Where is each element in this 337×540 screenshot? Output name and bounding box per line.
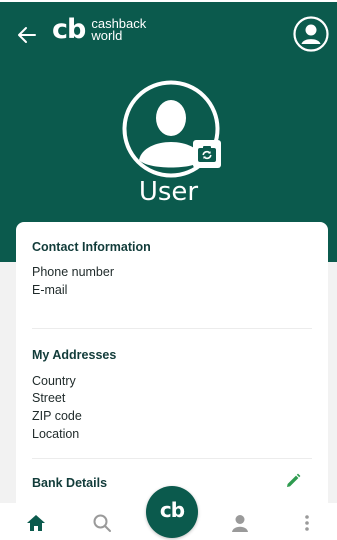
nav-search[interactable] bbox=[90, 511, 114, 535]
street-field[interactable]: Street bbox=[32, 391, 65, 405]
arrow-left-icon bbox=[18, 27, 36, 43]
home-icon bbox=[27, 515, 45, 531]
nav-profile[interactable] bbox=[228, 511, 252, 535]
country-field[interactable]: Country bbox=[32, 374, 76, 388]
section-divider bbox=[32, 328, 312, 329]
contact-information-title: Contact Information bbox=[32, 240, 151, 254]
account-button[interactable] bbox=[293, 16, 329, 52]
logo-mark: cb bbox=[52, 14, 86, 45]
zip-code-field[interactable]: ZIP code bbox=[32, 409, 82, 423]
phone-number-field[interactable]: Phone number bbox=[32, 265, 114, 279]
pencil-icon bbox=[287, 473, 301, 487]
location-field[interactable]: Location bbox=[32, 427, 79, 441]
edit-bank-details-button[interactable] bbox=[284, 472, 302, 490]
user-name: User bbox=[138, 177, 199, 207]
change-photo-button[interactable] bbox=[193, 140, 221, 168]
more-vertical-icon bbox=[305, 515, 309, 531]
person-icon bbox=[232, 515, 248, 532]
camera-rotate-icon bbox=[198, 146, 216, 162]
account-circle-icon bbox=[293, 16, 329, 52]
logo-wordmark: cashback world bbox=[91, 17, 146, 43]
logo-line-2: world bbox=[91, 27, 123, 43]
bank-details-title: Bank Details bbox=[32, 476, 108, 490]
section-divider bbox=[32, 458, 312, 459]
nav-more[interactable] bbox=[295, 511, 319, 535]
cashback-fab-button[interactable]: cb bbox=[146, 486, 198, 538]
fab-label: cb bbox=[159, 498, 185, 522]
back-button[interactable] bbox=[14, 22, 40, 48]
email-field[interactable]: E-mail bbox=[32, 283, 67, 297]
nav-home[interactable] bbox=[24, 511, 48, 535]
search-icon bbox=[93, 514, 111, 532]
cashback-world-logo: cb cashback world bbox=[52, 16, 146, 43]
my-addresses-title: My Addresses bbox=[32, 348, 117, 362]
